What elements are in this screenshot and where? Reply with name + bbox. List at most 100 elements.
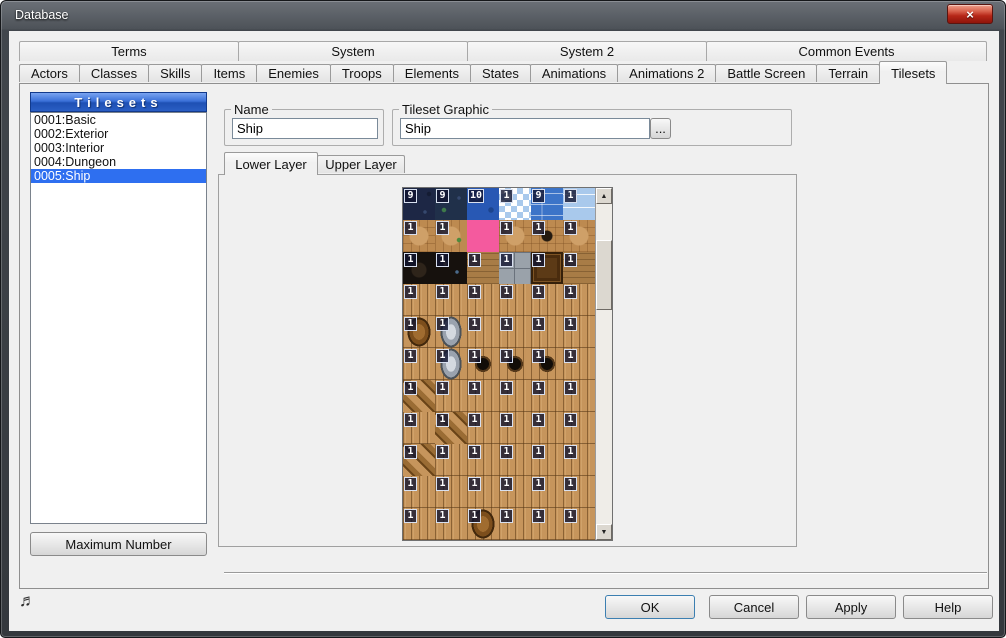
tile-grid[interactable]: 9910191111111111111111111111111111111111…: [403, 188, 595, 540]
browse-button[interactable]: ...: [650, 118, 671, 139]
tab-upper-layer[interactable]: Upper Layer: [317, 155, 405, 173]
tileset-tile-sand[interactable]: 1: [499, 220, 531, 252]
tileset-tile-hole[interactable]: 1: [467, 348, 499, 380]
tileset-tile-plank[interactable]: 1: [531, 444, 563, 476]
tileset-tile-darktile2[interactable]: 1: [435, 252, 467, 284]
tileset-tile-plank[interactable]: 1: [531, 412, 563, 444]
tileset-list-item[interactable]: 0005:Ship: [31, 169, 206, 183]
tileset-tile-plank[interactable]: 1: [499, 284, 531, 316]
cancel-button[interactable]: Cancel: [709, 595, 799, 619]
tileset-tile-plank[interactable]: 1: [563, 444, 595, 476]
tileset-tile-plank[interactable]: 1: [563, 348, 595, 380]
tab-common-events[interactable]: Common Events: [706, 41, 987, 61]
tileset-tile-pink[interactable]: [467, 220, 499, 252]
tab-elements[interactable]: Elements: [393, 64, 471, 82]
tileset-tile-plank[interactable]: 1: [563, 284, 595, 316]
tileset-tile-deepblue[interactable]: 10: [467, 188, 499, 220]
scroll-down-button[interactable]: ▼: [596, 524, 612, 540]
tileset-tile-plank[interactable]: 1: [403, 476, 435, 508]
tileset-tile-hole[interactable]: 1: [499, 348, 531, 380]
apply-button[interactable]: Apply: [806, 595, 896, 619]
tileset-tile-sand[interactable]: 1: [563, 220, 595, 252]
tileset-list-item[interactable]: 0003:Interior: [31, 141, 206, 155]
tileset-tile-wood[interactable]: 1: [563, 252, 595, 284]
tileset-tile-plank[interactable]: 1: [499, 412, 531, 444]
tab-terms[interactable]: Terms: [19, 41, 239, 61]
tileset-tile-plank[interactable]: 1: [467, 316, 499, 348]
tileset-list-item[interactable]: 0001:Basic: [31, 113, 206, 127]
tileset-list-item[interactable]: 0004:Dungeon: [31, 155, 206, 169]
titlebar[interactable]: Database ×: [1, 1, 1005, 31]
tileset-list-item[interactable]: 0002:Exterior: [31, 127, 206, 141]
tab-troops[interactable]: Troops: [330, 64, 394, 82]
tileset-tile-plank[interactable]: 1: [531, 476, 563, 508]
tab-states[interactable]: States: [470, 64, 531, 82]
tileset-tile-lightwater[interactable]: 1: [563, 188, 595, 220]
tileset-list[interactable]: 0001:Basic0002:Exterior0003:Interior0004…: [30, 112, 207, 524]
tileset-tile-sand[interactable]: 1: [403, 220, 435, 252]
tileset-tile-navy2[interactable]: 9: [435, 188, 467, 220]
tileset-tile-plank[interactable]: 1: [499, 444, 531, 476]
tileset-scrollbar[interactable]: ▲ ▼: [595, 188, 612, 540]
tileset-tile-plank[interactable]: 1: [499, 476, 531, 508]
tab-animations-2[interactable]: Animations 2: [617, 64, 716, 82]
tab-animations[interactable]: Animations: [530, 64, 618, 82]
tileset-tile-wood[interactable]: 1: [467, 252, 499, 284]
scrollbar-thumb[interactable]: [596, 240, 612, 310]
tab-tilesets[interactable]: Tilesets: [879, 61, 947, 84]
tab-lower-layer[interactable]: Lower Layer: [224, 152, 318, 175]
tab-skills[interactable]: Skills: [148, 64, 202, 82]
tileset-tile-sandd[interactable]: 1: [531, 220, 563, 252]
tileset-tile-plank[interactable]: 1: [499, 380, 531, 412]
tileset-tile-plank[interactable]: 1: [403, 284, 435, 316]
tileset-tile-plank[interactable]: 1: [435, 444, 467, 476]
name-input[interactable]: [232, 118, 378, 139]
tileset-tile-plank[interactable]: 1: [563, 412, 595, 444]
tab-system[interactable]: System: [238, 41, 468, 61]
tileset-tile-plank[interactable]: 1: [467, 444, 499, 476]
tab-terrain[interactable]: Terrain: [816, 64, 880, 82]
tileset-tile-plank[interactable]: 1: [467, 284, 499, 316]
tab-enemies[interactable]: Enemies: [256, 64, 331, 82]
tileset-tile-plank[interactable]: 1: [499, 508, 531, 540]
tileset-tile-silver[interactable]: 1: [435, 316, 467, 348]
tileset-tile-barrel[interactable]: 1: [467, 508, 499, 540]
tileset-tile-plank[interactable]: 1: [531, 508, 563, 540]
tileset-tile-plank[interactable]: 1: [563, 476, 595, 508]
tileset-tile-plank[interactable]: 1: [403, 348, 435, 380]
tileset-tile-water[interactable]: 9: [531, 188, 563, 220]
tileset-tile-plank[interactable]: 1: [403, 412, 435, 444]
tileset-tile-plank[interactable]: 1: [403, 508, 435, 540]
maximum-number-button[interactable]: Maximum Number: [30, 532, 207, 556]
tileset-tile-plank[interactable]: 1: [499, 316, 531, 348]
tileset-tile-plank[interactable]: 1: [531, 316, 563, 348]
tab-items[interactable]: Items: [201, 64, 257, 82]
tileset-tile-darktile[interactable]: 1: [403, 252, 435, 284]
tileset-tile-silver[interactable]: 1: [435, 348, 467, 380]
tileset-tile-navy[interactable]: 9: [403, 188, 435, 220]
tileset-tile-plank[interactable]: 1: [531, 380, 563, 412]
tileset-tile-plank[interactable]: 1: [563, 380, 595, 412]
tileset-tile-plank[interactable]: 1: [467, 476, 499, 508]
tileset-tile-plank[interactable]: 1: [467, 412, 499, 444]
scrollbar-track[interactable]: [596, 204, 612, 524]
tileset-tile-plank[interactable]: 1: [435, 284, 467, 316]
tileset-tile-plank[interactable]: 1: [563, 316, 595, 348]
tab-battle-screen[interactable]: Battle Screen: [715, 64, 817, 82]
tileset-tile-stairs[interactable]: 1: [435, 412, 467, 444]
close-button[interactable]: ×: [947, 4, 993, 24]
tileset-tile-plank[interactable]: 1: [435, 380, 467, 412]
tileset-tile-plank[interactable]: 1: [563, 508, 595, 540]
tileset-tile-plank[interactable]: 1: [435, 508, 467, 540]
ok-button[interactable]: OK: [605, 595, 695, 619]
tileset-tile-stairs[interactable]: 1: [403, 380, 435, 412]
tileset-tile-stairs[interactable]: 1: [403, 444, 435, 476]
tileset-tile-hole[interactable]: 1: [531, 348, 563, 380]
tileset-tile-plank[interactable]: 1: [435, 476, 467, 508]
tileset-tile-plank[interactable]: 1: [467, 380, 499, 412]
tileset-tile-plank[interactable]: 1: [531, 284, 563, 316]
tab-actors[interactable]: Actors: [19, 64, 80, 82]
tab-system-2[interactable]: System 2: [467, 41, 707, 61]
tileset-tile-dbrown[interactable]: 1: [531, 252, 563, 284]
tileset-tile-barrel[interactable]: 1: [403, 316, 435, 348]
